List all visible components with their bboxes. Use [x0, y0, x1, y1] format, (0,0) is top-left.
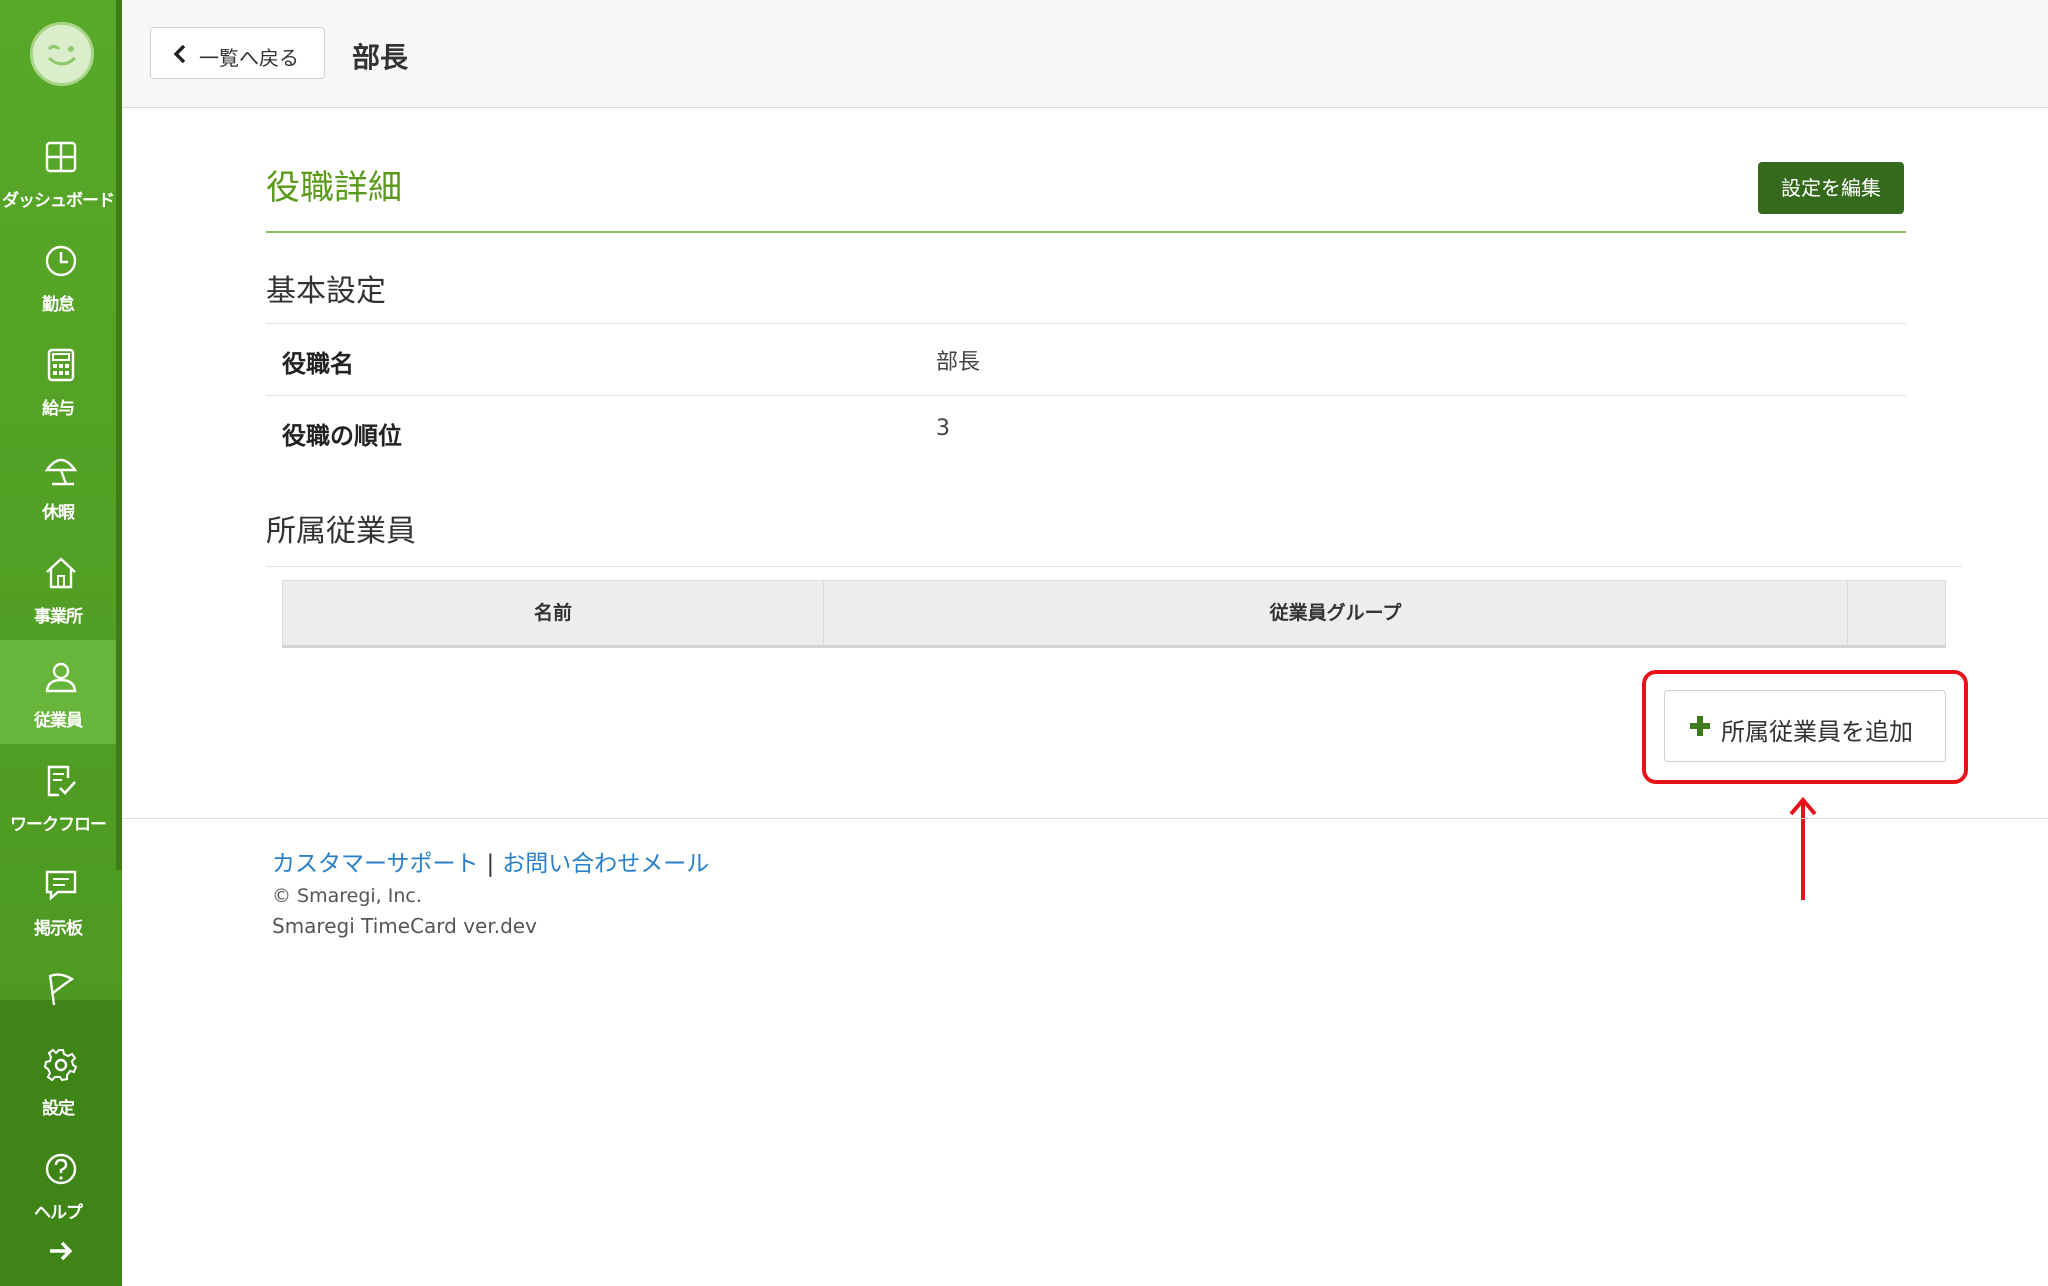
position-rank-value: 3 [936, 416, 950, 441]
sidebar-item-label: ヘルプ [34, 1203, 83, 1223]
footer-divider [122, 818, 2048, 819]
parasol-icon [44, 458, 78, 486]
sidebar-item-label: ワークフロー [10, 815, 107, 835]
divider [266, 231, 1906, 233]
sidebar-item-employees[interactable]: 従業員 [0, 640, 116, 744]
sidebar-item-label: 掲示板 [34, 919, 83, 939]
sidebar-item-settings[interactable]: 設定 [0, 1028, 116, 1132]
back-to-list-button[interactable]: 一覧へ戻る [150, 27, 325, 79]
checklist-icon [47, 765, 76, 797]
column-header-name[interactable]: 名前 [283, 581, 823, 645]
basic-settings-heading: 基本設定 [266, 274, 386, 309]
sidebar-item-attendance[interactable]: 勤怠 [0, 224, 116, 328]
copyright: © Smaregi, Inc. [272, 885, 422, 907]
sidebar-item-payroll[interactable]: 給与 [0, 328, 116, 432]
position-name-label: 役職名 [282, 350, 354, 378]
arrow-up-icon [1789, 796, 1817, 900]
calculator-icon [47, 348, 75, 382]
sidebar-item-office[interactable]: 事業所 [0, 536, 116, 640]
contact-mail-link[interactable]: お問い合わせメール [502, 851, 709, 877]
divider [266, 566, 1962, 567]
position-name-value: 部長 [936, 350, 981, 375]
version-text: Smaregi TimeCard ver.dev [272, 914, 537, 938]
gear-icon [44, 1048, 78, 1082]
divider [266, 323, 1906, 324]
members-table-header: 名前 従業員グループ [282, 580, 1946, 648]
arrow-right-icon[interactable] [46, 1236, 76, 1266]
sidebar-item-leave[interactable]: 休暇 [0, 432, 116, 536]
sidebar-item-label: 設定 [42, 1099, 75, 1119]
page-title: 部長 [352, 41, 409, 74]
sidebar-item-label: 休暇 [42, 503, 75, 523]
sidebar-item-dashboard[interactable]: ダッシュボード [0, 120, 116, 224]
header [122, 0, 2048, 108]
chevron-left-icon [173, 44, 186, 64]
divider [266, 395, 1906, 396]
person-icon [45, 662, 77, 693]
sidebar-item-label: 従業員 [34, 711, 83, 731]
customer-support-link[interactable]: カスタマーサポート [272, 851, 479, 877]
clock-icon [45, 245, 77, 277]
sidebar-item-workflow[interactable]: ワークフロー [0, 744, 116, 848]
footer-links: カスタマーサポート | お問い合わせメール [272, 844, 709, 878]
column-header-employee-group[interactable]: 従業員グループ [824, 581, 1847, 645]
sidebar-item-label: 給与 [42, 399, 75, 419]
message-icon [45, 870, 77, 901]
sidebar-item-help[interactable]: ヘルプ [0, 1132, 116, 1236]
flag-icon [48, 973, 75, 1006]
sidebar-item-label: 勤怠 [42, 295, 75, 315]
help-icon [45, 1153, 77, 1185]
edit-settings-button[interactable]: 設定を編集 [1758, 162, 1904, 214]
sidebar-item-label: ダッシュボード [2, 191, 115, 211]
logo-icon[interactable] [30, 22, 94, 86]
position-rank-label: 役職の順位 [282, 422, 402, 450]
column-header-actions [1848, 581, 1945, 645]
highlight-box [1642, 670, 1968, 784]
home-icon [46, 557, 76, 589]
members-heading: 所属従業員 [266, 514, 416, 549]
sidebar-scrollbar[interactable] [116, 0, 122, 870]
dashboard-icon [45, 141, 77, 173]
link-separator: | [486, 851, 495, 877]
back-button-label: 一覧へ戻る [199, 46, 299, 70]
sidebar-item-board[interactable]: 掲示板 [0, 848, 116, 952]
section-title: 役職詳細 [266, 168, 402, 208]
sidebar-item-label: 事業所 [34, 607, 83, 627]
